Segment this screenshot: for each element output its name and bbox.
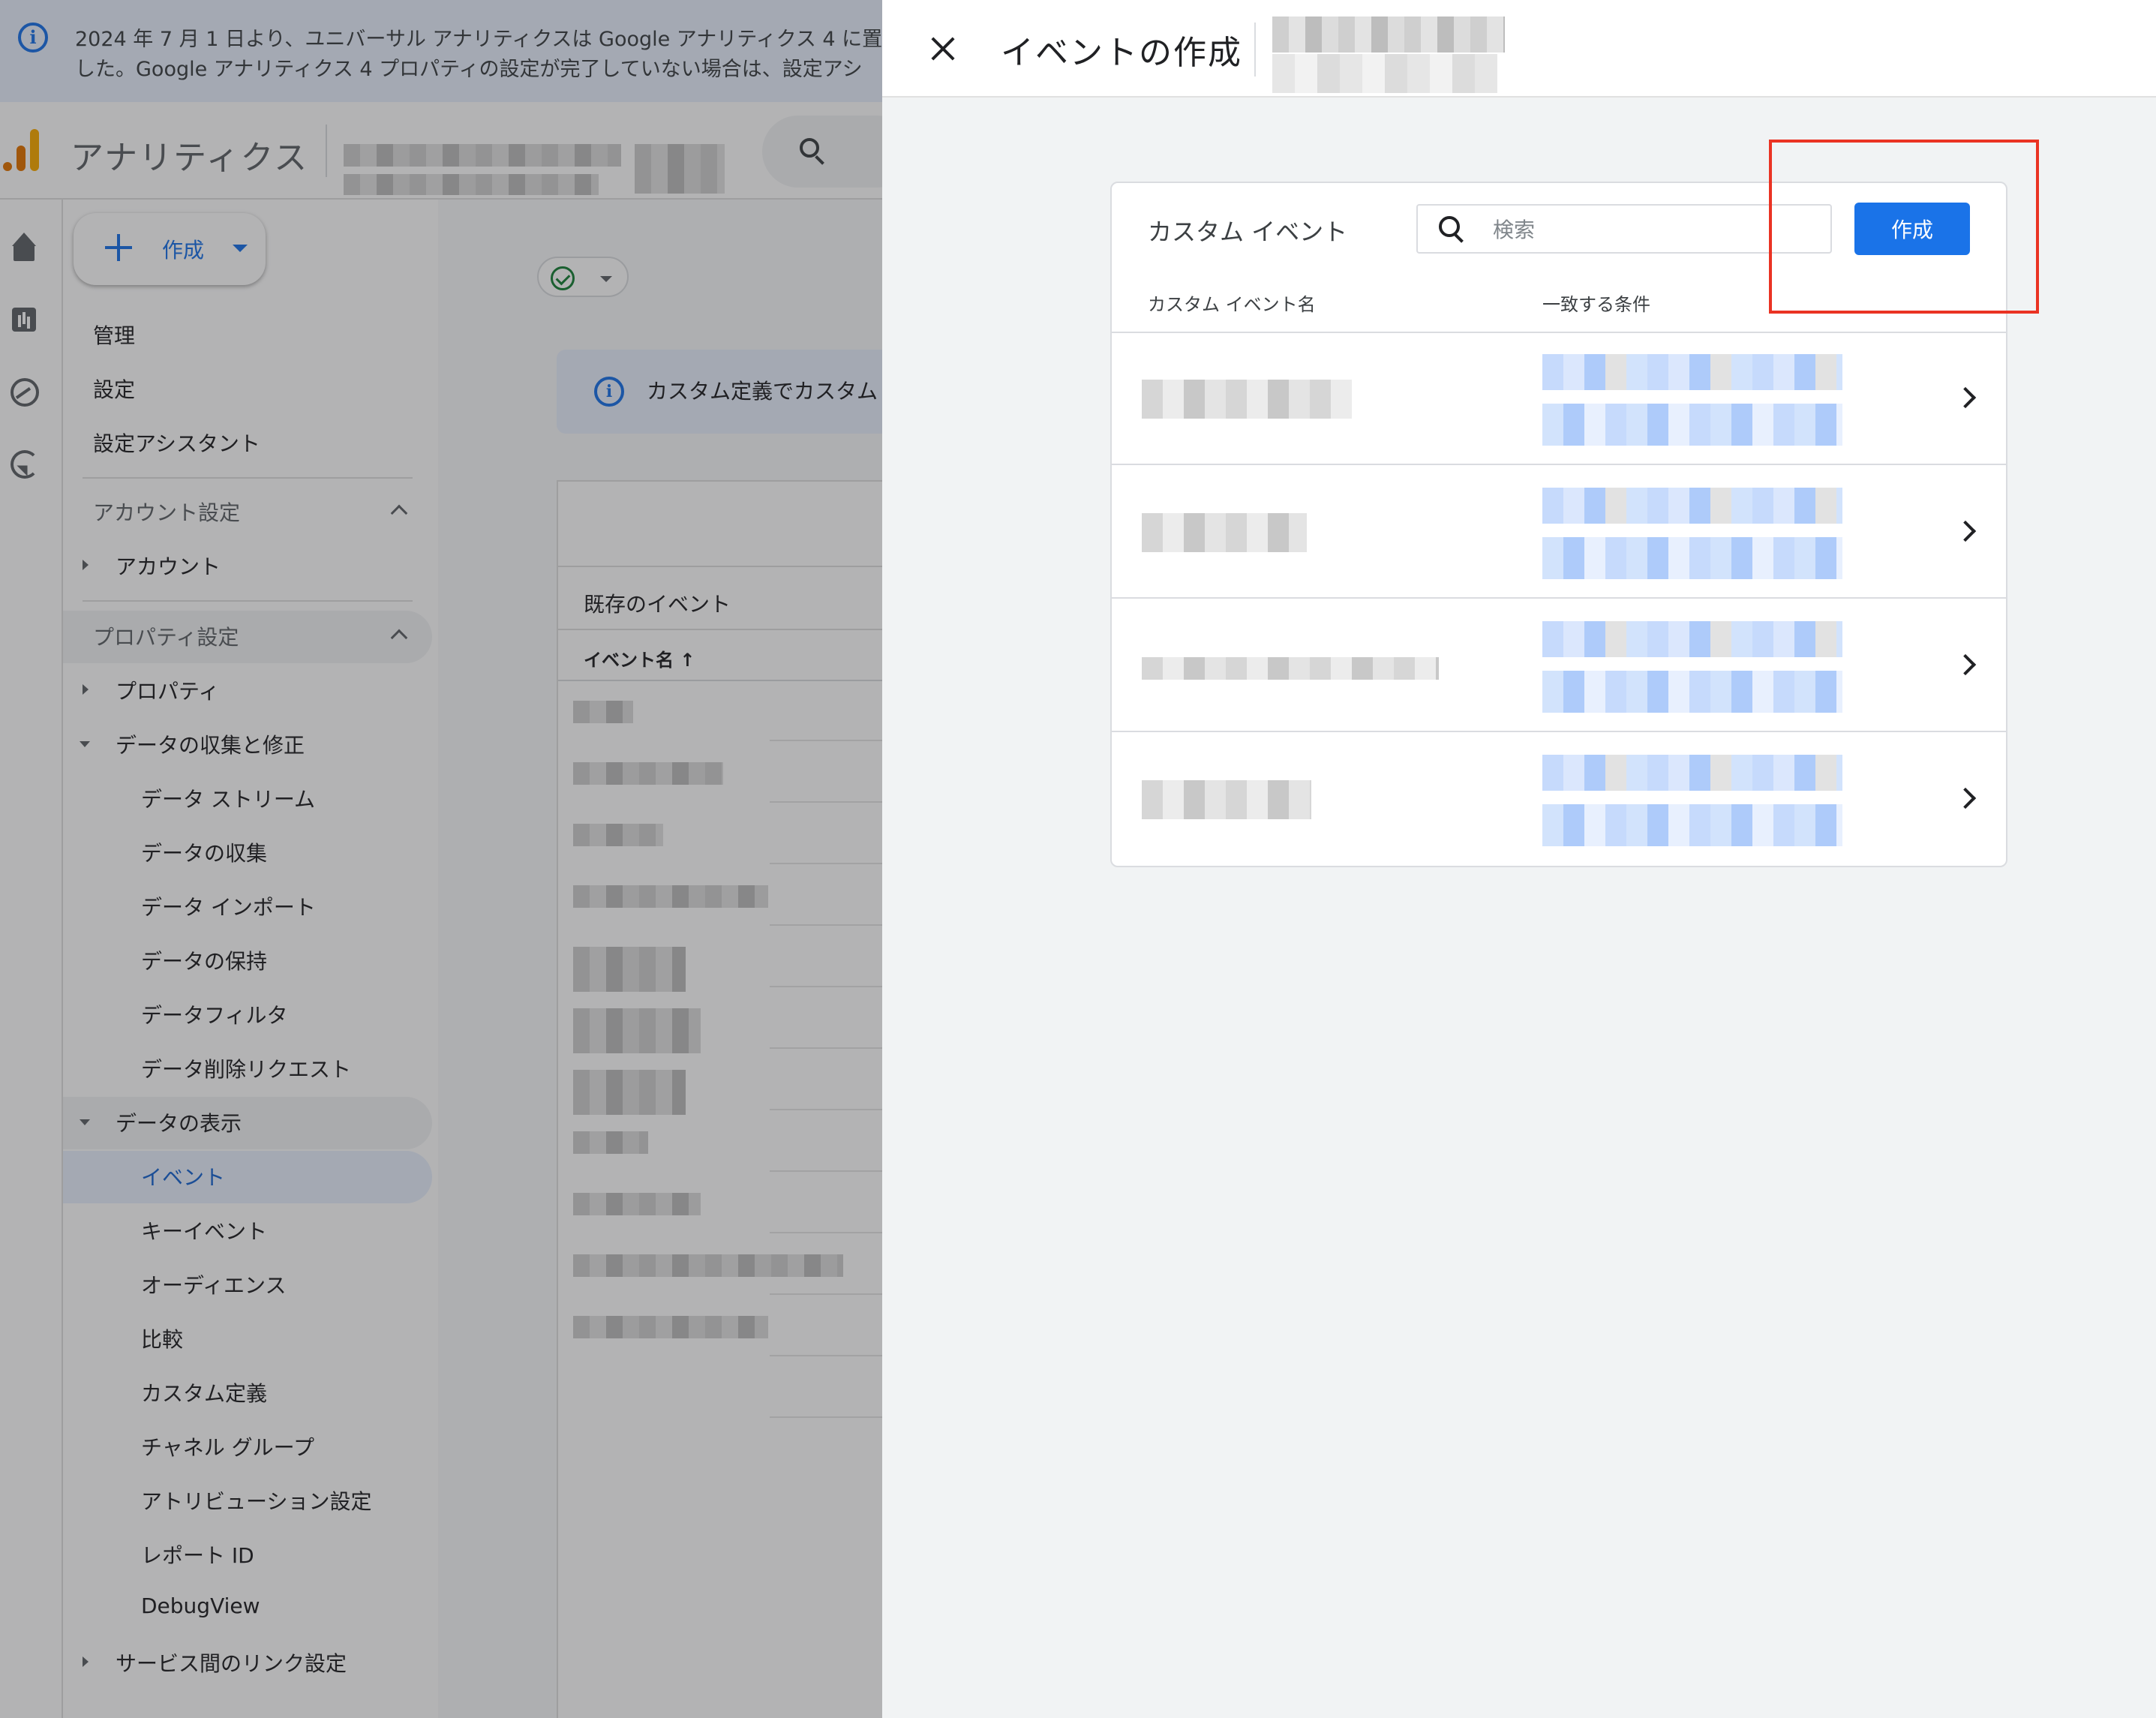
row-divider	[1112, 731, 2006, 732]
custom-event-row[interactable]	[1112, 734, 2006, 866]
custom-event-name-redacted	[1142, 380, 1352, 419]
panel-header: イベントの作成	[882, 0, 2156, 98]
close-icon[interactable]	[924, 30, 962, 68]
condition-redacted	[1542, 621, 1842, 657]
custom-event-name-redacted	[1142, 657, 1439, 680]
modal-scrim[interactable]	[0, 0, 882, 1718]
custom-event-name-redacted	[1142, 513, 1307, 552]
row-divider	[1112, 597, 2006, 599]
custom-event-name-redacted	[1142, 780, 1311, 819]
panel-title: イベントの作成	[1001, 34, 1242, 72]
column-header-custom-event-name: カスタム イベント名	[1148, 294, 1316, 315]
row-divider	[1112, 464, 2006, 465]
chevron-right-icon[interactable]	[1954, 520, 1977, 542]
chevron-right-icon[interactable]	[1954, 653, 1977, 676]
condition-redacted	[1542, 354, 1842, 390]
column-header-matching-conditions: 一致する条件	[1542, 294, 1650, 315]
custom-events-title: カスタム イベント	[1148, 218, 1348, 246]
condition-redacted	[1542, 755, 1842, 791]
property-name-redacted	[1272, 17, 1505, 53]
custom-event-row[interactable]	[1112, 333, 2006, 465]
custom-event-row[interactable]	[1112, 600, 2006, 732]
search-icon	[1439, 216, 1460, 237]
annotation-highlight-box	[1769, 140, 2039, 314]
condition-redacted	[1542, 488, 1842, 524]
chevron-right-icon[interactable]	[1954, 787, 1977, 809]
chevron-right-icon[interactable]	[1954, 386, 1977, 409]
condition-redacted	[1542, 804, 1842, 846]
condition-redacted	[1542, 671, 1842, 713]
property-id-redacted	[1272, 54, 1497, 93]
condition-redacted	[1542, 537, 1842, 579]
divider	[1254, 23, 1256, 77]
condition-redacted	[1542, 404, 1842, 446]
custom-event-row[interactable]	[1112, 467, 2006, 599]
